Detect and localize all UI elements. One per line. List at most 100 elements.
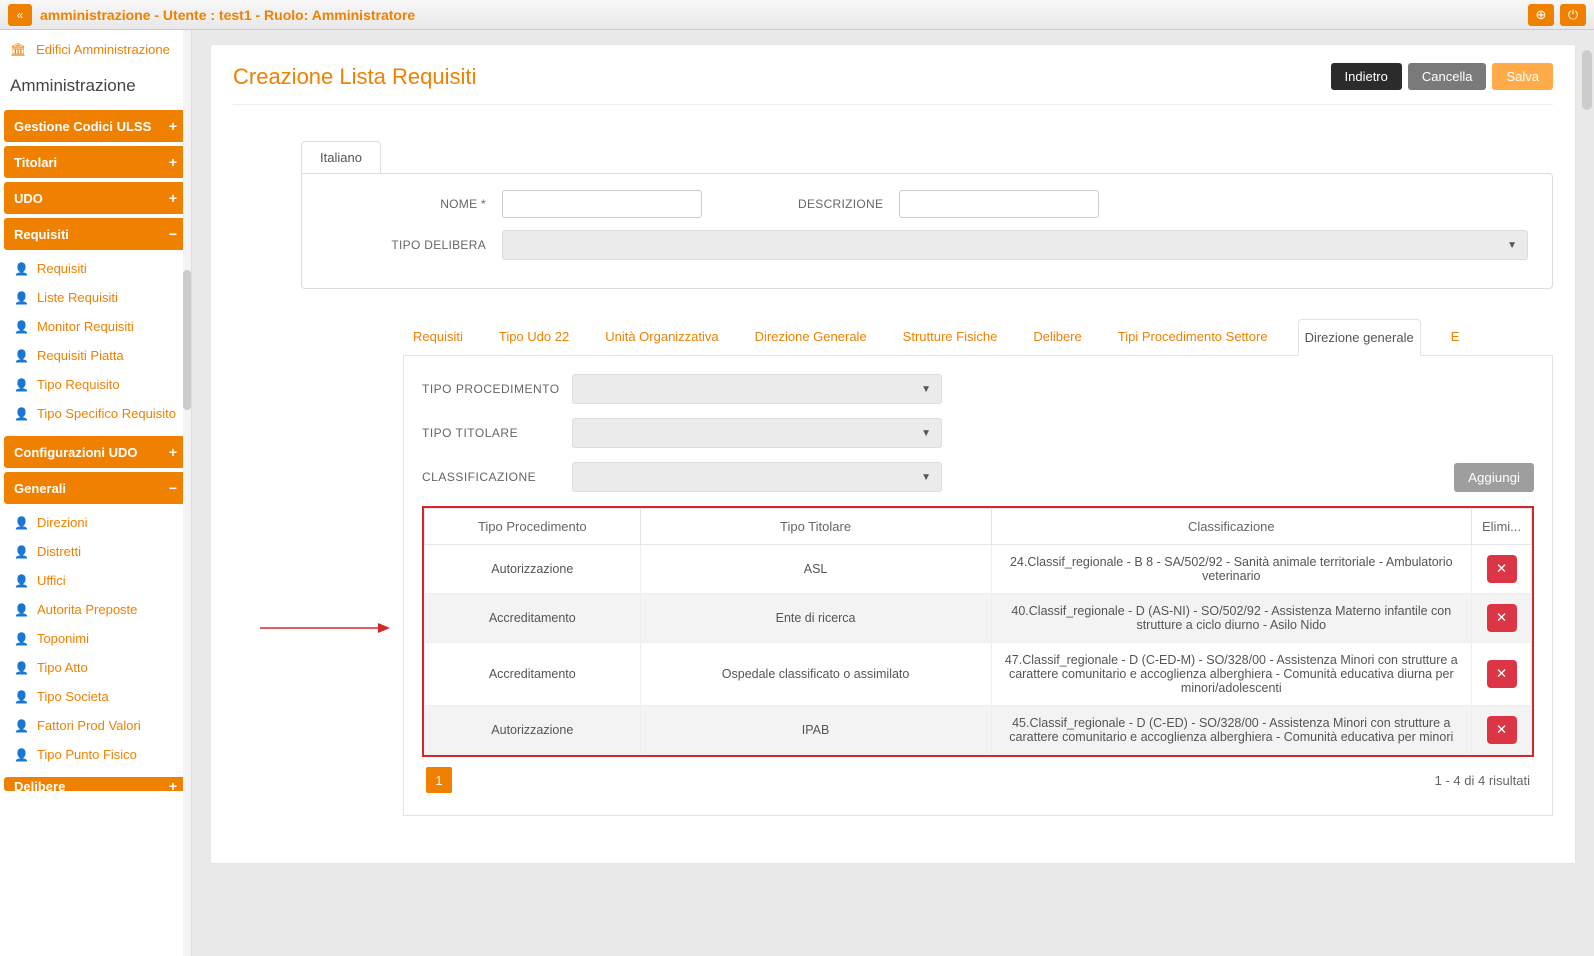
sidebar-item-label: Toponimi <box>37 631 89 646</box>
classificazione-label: CLASSIFICAZIONE <box>422 470 572 484</box>
sidebar-item-label: Tipo Specifico Requisito <box>37 406 176 421</box>
column-header: Classificazione <box>991 509 1471 545</box>
table-row: AutorizzazioneIPAB45.Classif_regionale -… <box>425 706 1532 755</box>
sidebar-scrollbar[interactable] <box>183 30 191 956</box>
tipo-delibera-select[interactable]: ▼ <box>502 230 1528 260</box>
sidebar-item-tipo-specifico-requisito[interactable]: 👤Tipo Specifico Requisito <box>4 399 187 428</box>
topbar: « amministrazione - Utente : test1 - Ruo… <box>0 0 1594 30</box>
person-icon: 👤 <box>14 719 29 733</box>
person-icon: 👤 <box>14 574 29 588</box>
sidebar-item-requisiti[interactable]: 👤 Requisiti <box>4 254 187 283</box>
tab-strutture-fisiche[interactable]: Strutture Fisiche <box>897 319 1004 355</box>
tab-delibere[interactable]: Delibere <box>1027 319 1087 355</box>
sidebar-item-tipo-requisito[interactable]: 👤Tipo Requisito <box>4 370 187 399</box>
page-number[interactable]: 1 <box>426 767 452 793</box>
description-input[interactable] <box>899 190 1099 218</box>
save-button[interactable]: Salva <box>1492 63 1553 90</box>
sidebar-item-label: Uffici <box>37 573 66 588</box>
back-button[interactable]: Indietro <box>1331 63 1402 90</box>
sidebar-group-configurazioni-udo[interactable]: Configurazioni UDO+ <box>4 436 187 468</box>
close-icon: ✕ <box>1496 561 1507 577</box>
sidebar-item-toponimi[interactable]: 👤 Toponimi <box>4 624 187 653</box>
table-cell: IPAB <box>640 706 991 755</box>
cancel-button[interactable]: Cancella <box>1408 63 1487 90</box>
sidebar-item-monitor-requisiti[interactable]: 👤Monitor Requisiti <box>4 312 187 341</box>
content-card: Creazione Lista Requisiti Indietro Cance… <box>210 44 1576 864</box>
minus-icon: − <box>169 480 177 496</box>
tabs-container: Requisiti Tipo Udo 22 Unità Organizzativa D… <box>403 319 1553 816</box>
tab-direzione-generale[interactable]: Direzione Generale <box>749 319 873 355</box>
tab-e[interactable]: E <box>1445 319 1466 355</box>
tab-unità-organizzativa[interactable]: Unità Organizzativa <box>599 319 724 355</box>
breadcrumb[interactable]: 🏛 Edifici Amministrazione <box>4 34 187 66</box>
table-row: AccreditamentoEnte di ricerca40.Classif_… <box>425 594 1532 643</box>
page-title: Creazione Lista Requisiti <box>233 64 476 90</box>
sidebar-item-liste-requisiti[interactable]: 👤 Liste Requisiti <box>4 283 187 312</box>
tab-direzione-generale[interactable]: Direzione generale <box>1298 319 1421 356</box>
sidebar-item-autorita-preposte[interactable]: 👤Autorita Preposte <box>4 595 187 624</box>
person-icon: 👤 <box>14 661 29 675</box>
person-icon: 👤 <box>14 545 29 559</box>
delete-row-button[interactable]: ✕ <box>1487 604 1517 632</box>
sidebar-group-gestione-codici-ulss[interactable]: Gestione Codici ULSS+ <box>4 110 187 142</box>
classificazione-select[interactable]: ▼ <box>572 462 942 492</box>
delete-row-button[interactable]: ✕ <box>1487 716 1517 744</box>
table-cell-actions: ✕ <box>1472 594 1532 643</box>
main-scrollbar-thumb[interactable] <box>1582 50 1592 110</box>
name-input[interactable] <box>502 190 702 218</box>
sidebar-group-generali[interactable]: Generali− <box>4 472 187 504</box>
page-header: Creazione Lista Requisiti Indietro Cance… <box>233 63 1553 105</box>
table-cell: 45.Classif_regionale - D (C-ED) - SO/328… <box>991 706 1471 755</box>
tipo-procedimento-select[interactable]: ▼ <box>572 374 942 404</box>
delete-row-button[interactable]: ✕ <box>1487 555 1517 583</box>
add-button[interactable]: Aggiungi <box>1454 463 1534 492</box>
sidebar-item-label: Fattori Prod Valori <box>37 718 141 733</box>
person-icon: 👤 <box>14 632 29 646</box>
sidebar-group-label: UDO <box>14 191 43 206</box>
sidebar-item-label: Liste Requisiti <box>37 290 118 305</box>
power-button[interactable]: ⏻ <box>1560 4 1586 26</box>
breadcrumb-label: Edifici Amministrazione <box>36 42 170 57</box>
sidebar-item-label: Requisiti <box>37 261 87 276</box>
tipo-titolare-select[interactable]: ▼ <box>572 418 942 448</box>
chevron-down-icon: ▼ <box>921 428 931 439</box>
sidebar-item-tipo-punto-fisico[interactable]: 👤Tipo Punto Fisico <box>4 740 187 769</box>
plus-icon: + <box>169 444 177 460</box>
delete-row-button[interactable]: ✕ <box>1487 660 1517 688</box>
person-icon: 👤 <box>14 516 29 530</box>
minus-icon: − <box>169 226 177 242</box>
table-cell-actions: ✕ <box>1472 643 1532 706</box>
plus-icon: + <box>169 154 177 170</box>
description-label: DESCRIZIONE <box>798 197 883 211</box>
sidebar-item-tipo-atto[interactable]: 👤 Tipo Atto <box>4 653 187 682</box>
table-row: AutorizzazioneASL24.Classif_regionale - … <box>425 545 1532 594</box>
sidebar-group-label: Requisiti <box>14 227 69 242</box>
sidebar-group-requisiti[interactable]: Requisiti − <box>4 218 187 250</box>
globe-button[interactable]: ⊕ <box>1528 4 1554 26</box>
sidebar-item-fattori-prod-valori[interactable]: 👤 Fattori Prod Valori <box>4 711 187 740</box>
tab-tipo-udo-22[interactable]: Tipo Udo 22 <box>493 319 575 355</box>
sidebar-item-direzioni[interactable]: 👤Direzioni <box>4 508 187 537</box>
sidebar-group-titolari[interactable]: Titolari+ <box>4 146 187 178</box>
close-icon: ✕ <box>1496 610 1507 626</box>
language-tab[interactable]: Italiano <box>301 141 381 173</box>
sidebar-item-distretti[interactable]: 👤Distretti <box>4 537 187 566</box>
sidebar-group-delibere[interactable]: Delibere+ <box>4 777 187 791</box>
person-icon: 👤 <box>14 748 29 762</box>
tab-requisiti[interactable]: Requisiti <box>407 319 469 355</box>
sidebar-scrollbar-thumb[interactable] <box>183 270 191 410</box>
tipo-titolare-label: TIPO TITOLARE <box>422 426 572 440</box>
person-icon: 👤 <box>14 291 29 305</box>
sidebar-item-requisiti-piatta[interactable]: 👤Requisiti Piatta <box>4 341 187 370</box>
building-icon: 🏛 <box>10 42 27 57</box>
sidebar-item-tipo-societa[interactable]: 👤Tipo Societa <box>4 682 187 711</box>
table-cell: 40.Classif_regionale - D (AS-NI) - SO/50… <box>991 594 1471 643</box>
sidebar-item-uffici[interactable]: 👤 Uffici <box>4 566 187 595</box>
person-icon: 👤 <box>14 262 29 276</box>
collapse-sidebar-button[interactable]: « <box>8 4 32 26</box>
table-cell: Autorizzazione <box>425 706 641 755</box>
tab-tipi-procedimento-settore[interactable]: Tipi Procedimento Settore <box>1112 319 1274 355</box>
person-icon: 👤 <box>14 349 29 363</box>
sidebar-item-label: Tipo Atto <box>37 660 88 675</box>
sidebar-group-udo[interactable]: UDO+ <box>4 182 187 214</box>
